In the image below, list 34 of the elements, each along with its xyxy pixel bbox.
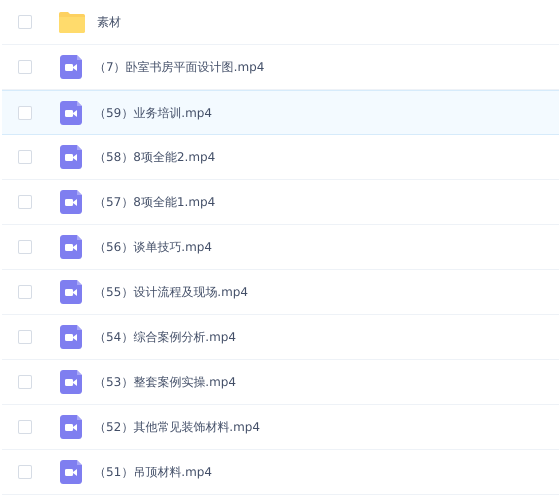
file-name[interactable]: （52）其他常见装饰材料.mp4 xyxy=(94,418,260,436)
file-name[interactable]: （7）卧室书房平面设计图.mp4 xyxy=(94,58,264,76)
checkbox[interactable] xyxy=(18,60,32,74)
folder-icon xyxy=(59,11,85,33)
file-name[interactable]: （57）8项全能1.mp4 xyxy=(94,193,216,211)
checkbox[interactable] xyxy=(18,375,32,389)
checkbox[interactable] xyxy=(18,240,32,254)
file-name[interactable]: （53）整套案例实操.mp4 xyxy=(94,373,236,391)
video-file-icon xyxy=(60,190,82,214)
checkbox[interactable] xyxy=(18,330,32,344)
checkbox[interactable] xyxy=(18,465,32,479)
checkbox[interactable] xyxy=(18,106,32,120)
video-file-icon xyxy=(60,370,82,394)
file-name[interactable]: （54）综合案例分析.mp4 xyxy=(94,328,236,346)
video-file-icon xyxy=(60,460,82,484)
file-name[interactable]: （51）吊顶材料.mp4 xyxy=(94,463,212,481)
file-name[interactable]: （55）设计流程及现场.mp4 xyxy=(94,283,248,301)
checkbox[interactable] xyxy=(18,420,32,434)
file-row[interactable]: （59）业务培训.mp4 xyxy=(2,90,559,135)
video-file-icon xyxy=(60,280,82,304)
video-file-icon xyxy=(60,325,82,349)
video-file-icon xyxy=(60,235,82,259)
video-file-icon xyxy=(60,55,82,79)
checkbox[interactable] xyxy=(18,15,32,29)
checkbox[interactable] xyxy=(18,285,32,299)
file-name[interactable]: （59）业务培训.mp4 xyxy=(94,104,212,122)
file-name[interactable]: 素材 xyxy=(97,13,121,31)
video-file-icon xyxy=(60,415,82,439)
video-file-icon xyxy=(60,145,82,169)
video-file-icon xyxy=(60,100,82,124)
file-name[interactable]: （56）谈单技巧.mp4 xyxy=(94,238,212,256)
file-name[interactable]: （58）8项全能2.mp4 xyxy=(94,148,216,166)
checkbox[interactable] xyxy=(18,195,32,209)
checkbox[interactable] xyxy=(18,150,32,164)
